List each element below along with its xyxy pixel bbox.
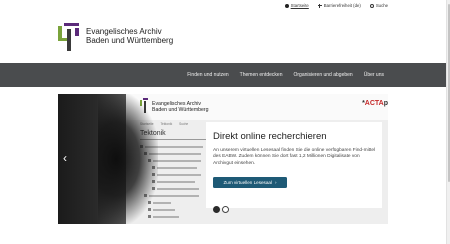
screen-logo-text: Evangelisches Archiv Baden und Württembe… [152,101,209,113]
nav-item-themen[interactable]: Themen entdecken [240,72,283,78]
carousel-dot-2[interactable] [222,206,229,213]
screen-brand-prefix: ACTA [364,100,384,107]
screen-tab: Tektonik [160,122,173,126]
screen-tab: Suche [179,122,189,126]
nav-item-organisieren[interactable]: Organisieren und abgeben [293,72,352,78]
main-nav: Finden und nutzen Themen entdecken Organ… [0,63,446,87]
nav-item-finden[interactable]: Finden und nutzen [187,72,228,78]
logo-line-1: Evangelisches Archiv [86,27,162,36]
carousel-dots [213,206,229,213]
utility-bar: Startseite Barrierefreiheit (de) Suche [284,3,388,8]
chevron-right-icon: › [274,180,277,185]
virtual-reading-room-button[interactable]: Zum virtuellen Lesesaal › [213,177,287,188]
nav-item-ueber-uns[interactable]: Über uns [364,72,384,78]
logo-line-2: Baden und Württemberg [86,36,174,45]
logo-text: Evangelisches Archiv Baden und Württembe… [86,27,173,45]
logo-mark-icon [58,23,80,51]
utility-link-accessibility-label: Barrierefreiheit (de) [323,3,361,8]
dot-icon [284,3,289,8]
utility-link-search[interactable]: Suche [369,3,388,8]
utility-link-home[interactable]: Startseite [284,3,309,8]
utility-link-search-label: Suche [375,3,388,8]
hero-card-title: Direkt online recherchieren [213,131,327,142]
hero-card-body: An unserem virtuellen Lesesaal finden Si… [213,148,376,166]
search-icon [369,3,374,8]
site-logo[interactable]: Evangelisches Archiv Baden und Württembe… [58,23,173,51]
screen-logo-line-2: Baden und Württemberg [152,107,209,113]
screen-header: Evangelisches Archiv Baden und Württembe… [126,94,388,120]
carousel-dot-1[interactable] [213,206,220,213]
screen-brand: *ACTAp [362,100,388,107]
utility-link-accessibility[interactable]: Barrierefreiheit (de) [317,3,361,8]
virtual-reading-room-button-label: Zum virtuellen Lesesaal [223,180,272,185]
wheelchair-icon [317,3,322,8]
carousel-prev-button[interactable]: ‹ [63,151,67,165]
hero-photo-shadow [98,94,158,224]
hero-card: Direkt online recherchieren An unserem v… [206,122,382,208]
screen-brand-suffix: p [383,100,388,107]
page-scrollbar[interactable] [446,0,450,244]
utility-link-home-label: Startseite [290,3,309,8]
